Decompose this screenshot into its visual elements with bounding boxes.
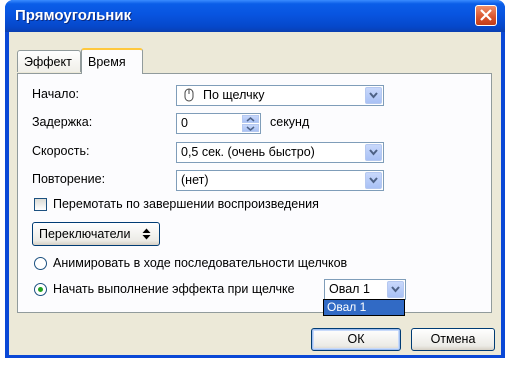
dropdown-option-selected[interactable]: Овал 1 xyxy=(324,300,404,315)
tab-effect[interactable]: Эффект xyxy=(17,50,81,72)
delay-up-button[interactable] xyxy=(242,115,259,123)
close-button[interactable] xyxy=(475,5,497,26)
trigger-dropdown-list: Овал 1 xyxy=(323,299,405,316)
delay-value: 0 xyxy=(181,116,188,130)
sequence-radio-label[interactable]: Анимировать в ходе последовательности ще… xyxy=(53,256,347,270)
speed-label: Скорость: xyxy=(32,144,90,158)
title-bar[interactable]: Прямоугольник xyxy=(5,0,505,32)
chevron-down-icon xyxy=(369,92,378,99)
dialog-window: Прямоугольник Эффект Время Начало: По ще… xyxy=(5,0,505,358)
trigger-shape-value: Овал 1 xyxy=(329,282,370,296)
start-combo[interactable]: По щелчку xyxy=(176,85,384,106)
cancel-button[interactable]: Отмена xyxy=(411,328,495,351)
triggers-label: Переключатели xyxy=(39,227,131,241)
chevron-down-icon xyxy=(369,177,378,184)
start-dropdown-button[interactable] xyxy=(365,87,382,104)
trigger-dropdown-button[interactable] xyxy=(387,281,404,298)
sequence-radio[interactable] xyxy=(34,257,47,270)
start-label: Начало: xyxy=(32,87,80,101)
trigger-shape-combo[interactable]: Овал 1 xyxy=(324,279,406,300)
repeat-combo[interactable]: (нет) xyxy=(176,170,384,191)
rewind-label[interactable]: Перемотать по завершении воспроизведения xyxy=(53,197,319,211)
window-title: Прямоугольник xyxy=(15,7,132,24)
speed-combo[interactable]: 0,5 сек. (очень быстро) xyxy=(176,142,384,163)
triggers-button[interactable]: Переключатели xyxy=(32,222,160,246)
chevron-down-icon xyxy=(369,149,378,156)
delay-label: Задержка: xyxy=(32,115,93,129)
trigger-radio[interactable] xyxy=(34,283,47,296)
expand-icon xyxy=(142,228,151,240)
chevron-down-icon xyxy=(246,126,255,131)
chevron-down-icon xyxy=(391,286,400,293)
trigger-radio-label[interactable]: Начать выполнение эффекта при щелчке xyxy=(53,282,295,296)
delay-spinner[interactable]: 0 xyxy=(176,113,261,134)
start-value: По щелчку xyxy=(203,88,265,102)
close-icon xyxy=(480,9,492,21)
chevron-up-icon xyxy=(246,117,255,122)
tab-timing[interactable]: Время xyxy=(81,48,143,74)
repeat-dropdown-button[interactable] xyxy=(365,172,382,189)
delay-unit: секунд xyxy=(270,115,310,129)
repeat-label: Повторение: xyxy=(32,172,106,186)
rewind-checkbox[interactable] xyxy=(34,198,47,211)
timing-panel: Начало: По щелчку Задержка: 0 секунд Ско… xyxy=(17,73,492,313)
repeat-value: (нет) xyxy=(181,173,209,187)
speed-dropdown-button[interactable] xyxy=(365,144,382,161)
dialog-body: Эффект Время Начало: По щелчку Задержка:… xyxy=(9,32,501,355)
speed-value: 0,5 сек. (очень быстро) xyxy=(181,145,315,159)
delay-down-button[interactable] xyxy=(242,124,259,132)
ok-button[interactable]: ОК xyxy=(311,328,401,351)
